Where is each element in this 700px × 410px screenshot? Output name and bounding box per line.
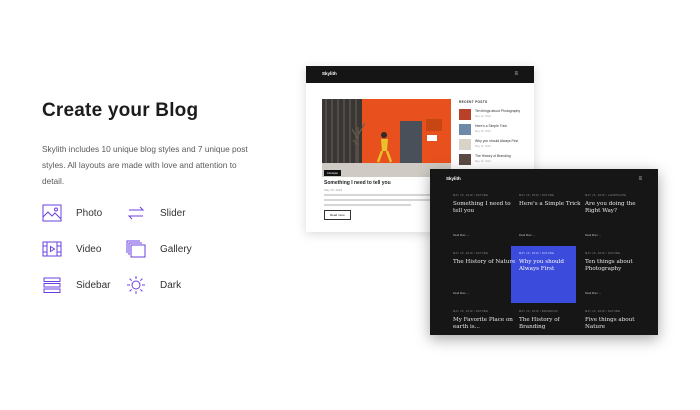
card-title: The History of Nature xyxy=(453,259,516,265)
card-read-more[interactable]: Read More → xyxy=(453,292,469,295)
feature-label: Slider xyxy=(160,207,186,219)
card-title: Ten things about Photography xyxy=(585,259,633,272)
recent-post-meta: May 16, 2019 xyxy=(475,160,491,163)
feature-gallery: Gallery xyxy=(126,239,192,259)
card-title: Why you should Always First xyxy=(519,259,565,272)
gallery-icon xyxy=(126,240,146,258)
card-title: Five things about Nature xyxy=(585,317,635,330)
read-more-button[interactable]: Read more xyxy=(324,210,351,220)
dark-post-card[interactable]: MAY 16, 2019 / LANDSCAPE Are you doing t… xyxy=(585,194,651,237)
card-meta: MAY 16, 2019 / NATURE xyxy=(453,252,489,255)
card-meta: MAY 16, 2019 / NATURE xyxy=(453,194,489,197)
card-read-more[interactable]: Read More → xyxy=(585,292,601,295)
recent-post[interactable]: The History of Branding May 16, 2019 xyxy=(459,154,511,165)
dark-post-card[interactable]: MAY 16, 2019 / NATURE My Favorite Place … xyxy=(453,310,519,331)
card-meta: MAY 16, 2019 / NATURE xyxy=(519,194,555,197)
post-meta: May 16, 2019 xyxy=(324,188,343,192)
slider-icon xyxy=(127,206,145,220)
card-meta: MAY 16, 2019 / NATURE xyxy=(585,310,621,313)
card-title: Something I need to tell you xyxy=(453,201,511,214)
hamburger-icon: ≡ xyxy=(514,71,518,77)
thumbnail xyxy=(459,124,471,135)
recent-post-meta: May 16, 2019 xyxy=(475,130,491,133)
feature-video: Video xyxy=(42,239,101,259)
card-read-more[interactable]: Read More → xyxy=(519,234,535,237)
preview-logo: Skylith xyxy=(322,71,337,76)
feature-label: Photo xyxy=(76,207,103,219)
card-title: The History of Branding xyxy=(519,317,560,330)
dark-post-card[interactable]: MAY 16, 2019 / NATURE Ten things about P… xyxy=(585,252,651,295)
feature-sidebar: Sidebar xyxy=(42,275,110,295)
dark-post-card[interactable]: MAY 16, 2019 / NATURE Five things about … xyxy=(585,310,651,331)
dark-post-card[interactable]: MAY 16, 2019 / NATURE Something I need t… xyxy=(453,194,519,237)
page-title: Create your Blog xyxy=(42,100,199,121)
intro-text: Skylith includes 10 unique blog styles a… xyxy=(42,144,248,186)
video-icon xyxy=(42,241,62,257)
card-title: My Favorite Place on earth is... xyxy=(453,317,513,330)
feature-photo: Photo xyxy=(42,203,102,223)
card-meta: MAY 16, 2019 / NATURE xyxy=(519,252,555,255)
dark-post-card-highlighted[interactable]: MAY 16, 2019 / NATURE Why you should Alw… xyxy=(519,252,585,273)
feature-slider: Slider xyxy=(126,203,186,223)
recent-post-meta: May 16, 2019 xyxy=(475,145,491,148)
feature-label: Gallery xyxy=(160,243,192,255)
card-title: Are you doing the Right Way? xyxy=(585,201,636,214)
card-meta: MAY 16, 2019 / LANDSCAPE xyxy=(585,194,627,197)
recent-post-title: The History of Branding xyxy=(475,154,511,158)
recent-post-title: Ten things about Photography xyxy=(475,109,521,113)
recent-post[interactable]: Here's a Simple Trick May 16, 2019 xyxy=(459,124,507,135)
recent-post[interactable]: Why you should Always First May 16, 2019 xyxy=(459,139,518,150)
recent-post-meta: May 16, 2019 xyxy=(475,115,491,118)
card-read-more[interactable]: Read More → xyxy=(453,234,469,237)
card-read-more[interactable]: Read More → xyxy=(585,234,601,237)
post-tag: Lifestyle xyxy=(324,170,342,176)
dark-post-card[interactable]: MAY 16, 2019 / NATURE Here's a Simple Tr… xyxy=(519,194,585,237)
recent-posts-heading: RECENT POSTS xyxy=(459,100,488,104)
sun-icon xyxy=(127,276,145,294)
preview-logo: Skylith xyxy=(446,176,461,181)
photo-icon xyxy=(42,204,62,222)
recent-post[interactable]: Ten things about Photography May 16, 2019 xyxy=(459,109,520,120)
recent-post-title: Why you should Always First xyxy=(475,139,519,143)
hero-image xyxy=(322,99,451,177)
thumbnail xyxy=(459,139,471,150)
feature-label: Sidebar xyxy=(76,279,111,291)
card-meta: MAY 16, 2019 / NATURE xyxy=(453,310,489,313)
feature-dark: Dark xyxy=(126,275,181,295)
dark-post-card[interactable]: MAY 16, 2019 / NATURE The History of Nat… xyxy=(453,252,519,295)
card-title: Here's a Simple Trick xyxy=(519,201,581,207)
feature-label: Video xyxy=(76,243,102,255)
post-title[interactable]: Something I need to tell you xyxy=(324,180,391,186)
preview-navbar: Skylith ≡ xyxy=(306,66,534,83)
sidebar-icon xyxy=(43,277,61,293)
thumbnail xyxy=(459,109,471,120)
card-meta: MAY 16, 2019 / BRANDING xyxy=(519,310,558,313)
feature-label: Dark xyxy=(160,279,182,291)
dark-post-card[interactable]: MAY 16, 2019 / BRANDING The History of B… xyxy=(519,310,585,331)
card-meta: MAY 16, 2019 / NATURE xyxy=(585,252,621,255)
thumbnail xyxy=(459,154,471,165)
hamburger-icon: ≡ xyxy=(638,176,642,182)
recent-post-title: Here's a Simple Trick xyxy=(475,124,507,128)
